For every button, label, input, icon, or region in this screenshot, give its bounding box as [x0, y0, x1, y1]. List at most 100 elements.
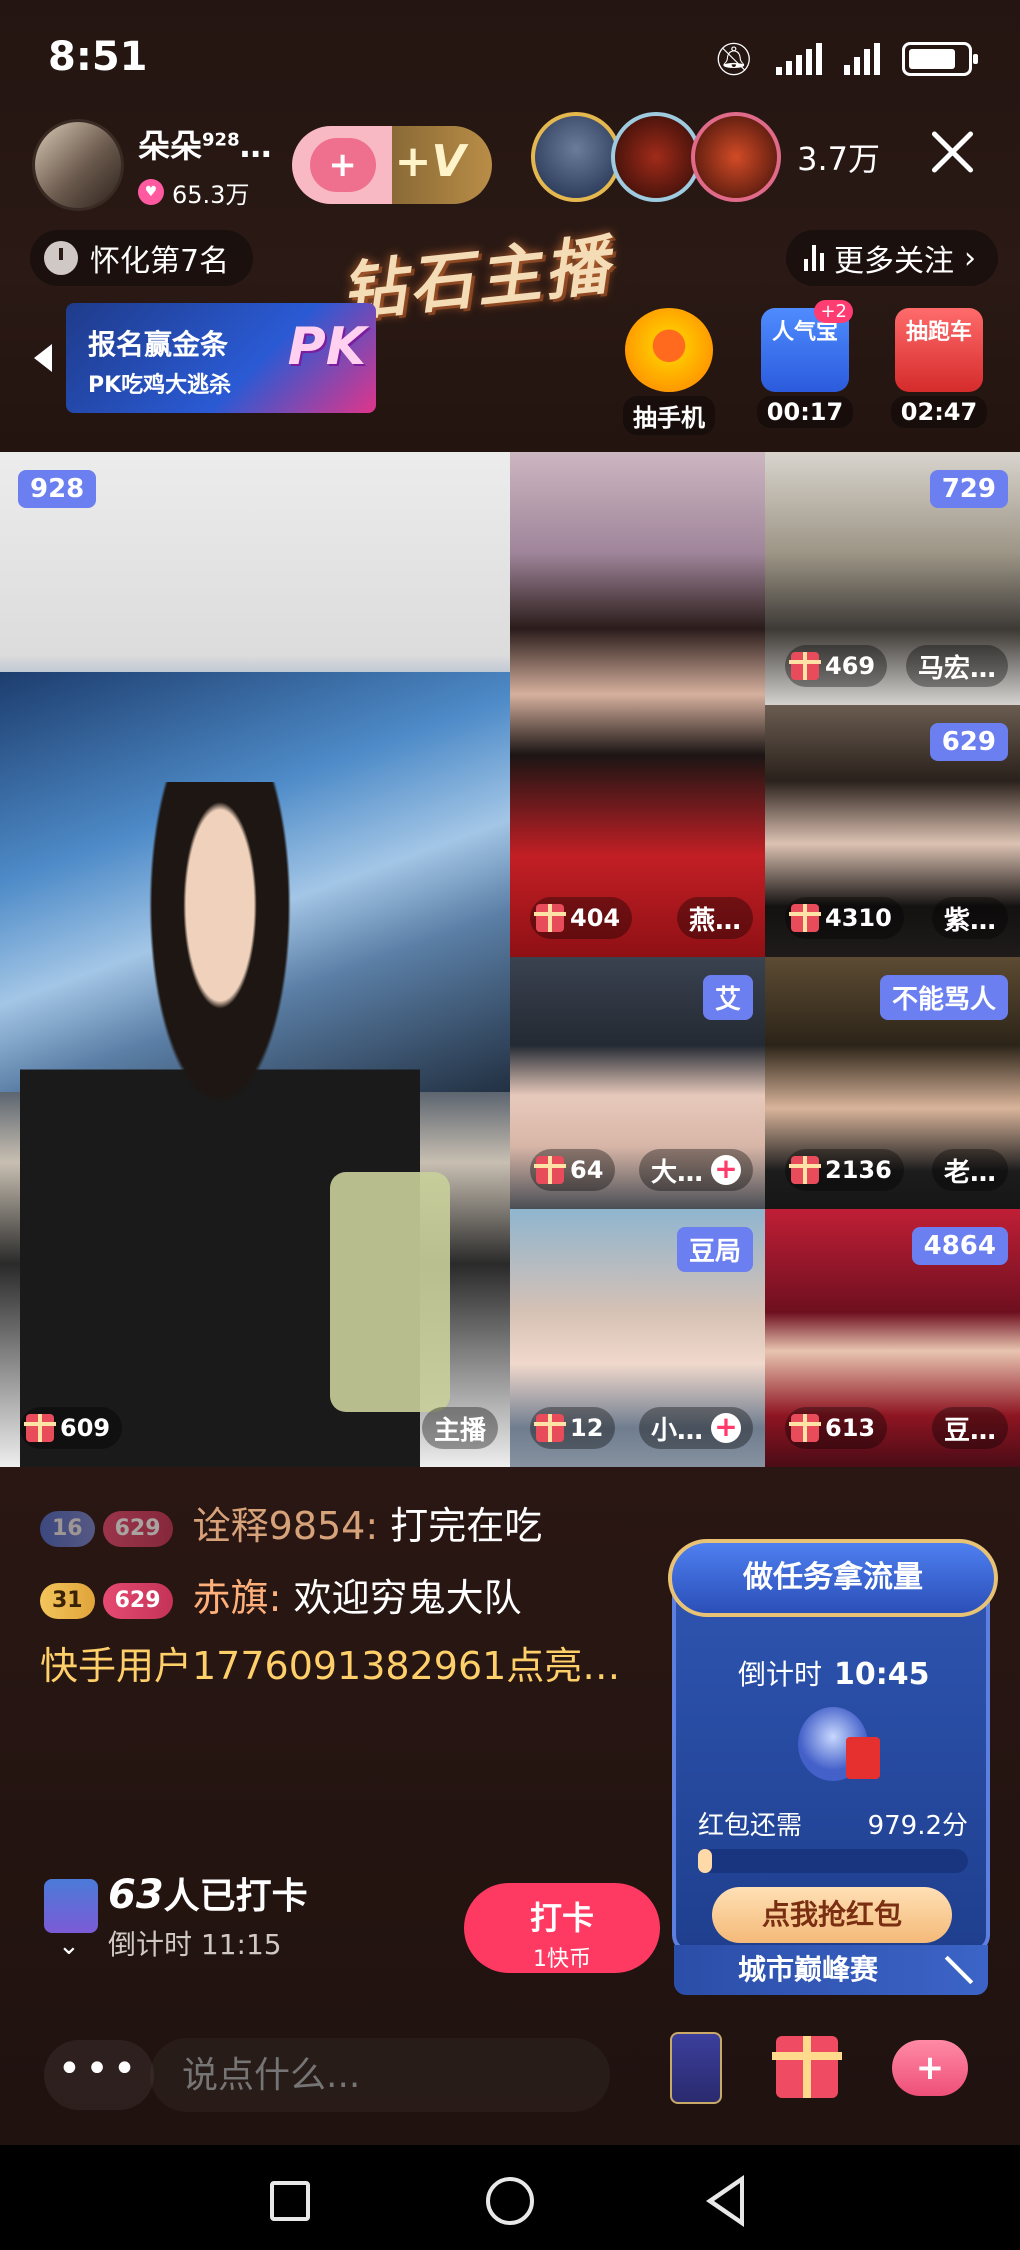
city-rank-text: 怀化第7名 [90, 244, 230, 279]
checkin-count: 63人已打卡 [108, 1872, 308, 1918]
home-icon[interactable] [486, 2177, 534, 2225]
tile-badge: 艾 [702, 975, 753, 1020]
checkin-panel: 63人已打卡 ⌄ 倒计时 11:15 打卡 1快币 [44, 1867, 660, 1977]
host-name: 朵朵928… [138, 126, 272, 165]
popularity-activity[interactable]: 人气宝 +2 00:17 [750, 300, 860, 428]
checkin-timer: 倒计时 11:15 [108, 1928, 282, 1961]
host-likes: ♥ 65.3万 [138, 175, 272, 210]
gift-icon [789, 1414, 821, 1442]
bars-icon [804, 245, 824, 271]
collapse-icon[interactable] [944, 1955, 974, 1985]
clock-icon [44, 241, 78, 275]
city-card-icon[interactable] [670, 2032, 722, 2104]
mute-icon: 🔕︎ [713, 40, 754, 78]
task-timer: 倒计时 10:45 [738, 1657, 930, 1692]
recent-apps-icon[interactable] [270, 2181, 310, 2221]
gift-icon [789, 652, 821, 680]
follow-heart-icon: + [309, 138, 376, 192]
popularity-plus-badge: +2 [814, 300, 853, 323]
checkin-button-cost: 1快币 [533, 1947, 591, 1972]
guest-tile[interactable]: 4864 613 豆… [765, 1209, 1020, 1467]
follow-button[interactable]: + +V [291, 126, 492, 204]
follow-plus-icon[interactable]: + [711, 1155, 741, 1185]
chat-message[interactable]: 16 629 诠释9854: 打完在吃 [40, 1497, 640, 1555]
gift-count-chip: 64 [530, 1149, 616, 1191]
fan-level-badge: 31 [40, 1582, 95, 1619]
comment-input[interactable] [150, 2038, 610, 2112]
chat-username[interactable]: 赤旗: [193, 1576, 282, 1620]
guest-tile[interactable]: 豆局 12 小… + [510, 1209, 765, 1467]
more-follow-label: 更多关注 [834, 244, 954, 279]
task-requirement: 红包还需 979.2分 [698, 1811, 968, 1841]
pk-banner-line1: 报名赢金条 [88, 328, 229, 361]
gift-icon [534, 904, 566, 932]
vip-follow-icon: +V [394, 136, 466, 187]
viewer-avatar[interactable] [691, 112, 782, 202]
guest-tile[interactable]: 729 469 马宏… [765, 452, 1020, 705]
popularity-icon: 人气宝 +2 [761, 300, 853, 392]
viewer-avatar[interactable] [611, 112, 702, 202]
host-video-tile[interactable]: 928 609 主播 [0, 452, 510, 1467]
lottery-car-timer: 02:47 [890, 396, 988, 428]
host-role-chip: 主播 [421, 1407, 498, 1449]
wifi-signal-icon [844, 43, 880, 75]
task-progress-bar [698, 1849, 968, 1873]
back-icon[interactable] [706, 2175, 744, 2227]
live-header: 8:51 🔕︎ 朵朵928… ♥ 65.3万 + +V 3.7万 怀化第7名 钻石… [0, 0, 1020, 452]
follow-plus-icon[interactable]: + [711, 1413, 741, 1443]
viewer-count[interactable]: 3.7万 [797, 134, 880, 180]
status-time: 8:51 [48, 34, 148, 80]
task-card[interactable]: 做任务拿流量 倒计时 10:45 红包还需 979.2分 点我抢红包 [668, 1539, 998, 1969]
guest-name-chip: 小… + [638, 1407, 753, 1449]
signal-icon [776, 43, 822, 75]
chat-list[interactable]: 16 629 诠释9854: 打完在吃 31 629 赤旗: 欢迎穷鬼大队 快手用户… [40, 1497, 640, 1690]
guest-tile[interactable]: 艾 64 大… + [510, 957, 765, 1209]
gift-count-chip: 12 [530, 1407, 616, 1449]
close-icon[interactable] [928, 128, 976, 176]
more-icon[interactable]: ••• [44, 2040, 154, 2110]
gift-count-chip: 613 [785, 1407, 888, 1449]
pk-event-banner[interactable]: 报名赢金条 PK吃鸡大逃杀 PK [66, 303, 376, 413]
tile-badge: 4864 [911, 1227, 1008, 1265]
gift-button[interactable] [772, 2036, 842, 2098]
top-viewers[interactable]: 3.7万 [531, 112, 880, 202]
system-message: 快手用户1776091382961点亮… [40, 1644, 621, 1688]
guest-name-chip: 紫… [931, 897, 1008, 939]
host-level: 928 [202, 128, 240, 150]
popularity-timer: 00:17 [756, 396, 854, 428]
system-nav-bar [0, 2145, 1020, 2250]
chevron-down-icon[interactable]: ⌄ [58, 1931, 80, 1961]
chat-message[interactable]: 31 629 赤旗: 欢迎穷鬼大队 [40, 1569, 640, 1627]
guest-tile[interactable]: 404 燕… [510, 452, 765, 957]
checkin-icon [44, 1879, 98, 1933]
diamond-anchor-title: 钻石主播 [337, 228, 616, 331]
fan-level-badge: 16 [40, 1510, 95, 1547]
tile-badge: 629 [929, 723, 1008, 761]
tile-badge: 不能骂人 [879, 975, 1008, 1020]
viewer-avatar[interactable] [531, 112, 622, 202]
city-rank-chip[interactable]: 怀化第7名 [30, 230, 254, 286]
guest-tile[interactable]: 629 4310 紫… [765, 705, 1020, 957]
checkin-button[interactable]: 打卡 1快币 [464, 1883, 660, 1973]
guest-name-chip: 马宏… [905, 645, 1008, 687]
chair [330, 1172, 450, 1412]
chat-text: 欢迎穷鬼大队 [293, 1576, 522, 1620]
host-info[interactable]: 朵朵928… ♥ 65.3万 + +V [32, 115, 492, 215]
gift-count-chip: 2136 [785, 1149, 904, 1191]
red-packet-icon [846, 1737, 880, 1779]
chat-username[interactable]: 诠释9854: [193, 1504, 379, 1548]
city-peak-bar[interactable]: 城市巅峰赛 [674, 1945, 988, 1995]
like-button[interactable]: + [892, 2040, 968, 2096]
guest-tile[interactable]: 不能骂人 2136 老… [765, 957, 1020, 1209]
banner-prev-icon[interactable] [34, 344, 52, 372]
chat-text: 打完在吃 [390, 1504, 543, 1548]
grab-red-packet-button[interactable]: 点我抢红包 [712, 1887, 952, 1943]
gift-icon [534, 1156, 566, 1184]
lottery-phone-activity[interactable]: 抽手机 [614, 308, 724, 435]
host-avatar[interactable] [32, 119, 124, 211]
heart-icon: ♥ [138, 179, 164, 205]
guest-name-chip: 大… + [638, 1149, 753, 1191]
more-follow-button[interactable]: 更多关注 › [786, 230, 998, 286]
lottery-car-activity[interactable]: 抽跑车 02:47 [884, 308, 994, 428]
task-title: 做任务拿流量 [668, 1539, 998, 1617]
